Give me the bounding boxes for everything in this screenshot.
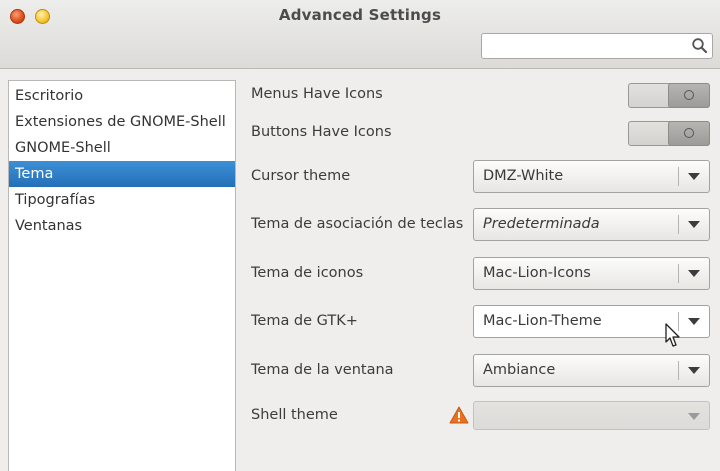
advanced-settings-window: Advanced Settings Escritorio Extensiones…: [0, 0, 720, 471]
mouse-pointer-icon: [665, 323, 680, 347]
buttons-icons-switch[interactable]: [628, 121, 710, 146]
chevron-down-icon[interactable]: [688, 367, 700, 374]
search-icon[interactable]: [691, 37, 709, 55]
gtk-theme-value: Mac-Lion-Theme: [483, 313, 602, 329]
cursor-theme-value: DMZ-White: [483, 168, 564, 184]
icon-theme-label: Tema de iconos: [251, 265, 364, 281]
off-icon: [684, 128, 694, 138]
switch-knob[interactable]: [668, 83, 710, 108]
search-input[interactable]: [486, 37, 690, 57]
gtk-theme-label: Tema de GTK+: [251, 313, 358, 329]
combo-separator: [678, 361, 679, 380]
cursor-theme-row: Cursor theme DMZ-White: [236, 160, 720, 194]
cursor-theme-label: Cursor theme: [251, 168, 351, 184]
combo-separator: [678, 215, 679, 234]
window-theme-label: Tema de la ventana: [251, 362, 394, 378]
sidebar-item-tema[interactable]: Tema: [9, 161, 235, 187]
sidebar-item-tipografias[interactable]: Tipografías: [9, 187, 235, 213]
sidebar-item-extensiones[interactable]: Extensiones de GNOME-Shell: [9, 109, 235, 135]
combo-separator: [678, 167, 679, 186]
off-icon: [684, 90, 694, 100]
keybinding-theme-row: Tema de asociación de teclas Predetermin…: [236, 208, 720, 242]
sidebar: Escritorio Extensiones de GNOME-Shell GN…: [8, 80, 236, 471]
gtk-theme-row: Tema de GTK+ Mac-Lion-Theme: [236, 305, 720, 339]
chevron-down-icon: [688, 413, 700, 420]
sidebar-item-gnome-shell[interactable]: GNOME-Shell: [9, 135, 235, 161]
combo-separator: [678, 264, 679, 283]
buttons-icons-row: Buttons Have Icons: [236, 120, 720, 148]
menus-icons-switch[interactable]: [628, 83, 710, 108]
keybinding-theme-label: Tema de asociación de teclas: [251, 216, 464, 232]
title-bar: Advanced Settings: [0, 0, 720, 69]
window-theme-row: Tema de la ventana Ambiance: [236, 354, 720, 388]
sidebar-item-ventanas[interactable]: Ventanas: [9, 213, 235, 239]
buttons-icons-label: Buttons Have Icons: [251, 124, 392, 140]
chevron-down-icon[interactable]: [688, 270, 700, 277]
settings-panel: Menus Have Icons Buttons Have Icons Curs…: [236, 68, 720, 471]
shell-theme-label: Shell theme: [251, 407, 338, 423]
chevron-down-icon[interactable]: [688, 173, 700, 180]
window-theme-combo[interactable]: Ambiance: [473, 354, 710, 387]
shell-theme-combo: [473, 401, 710, 430]
chevron-down-icon[interactable]: [688, 221, 700, 228]
keybinding-theme-value: Predeterminada: [483, 216, 600, 232]
chevron-down-icon[interactable]: [688, 318, 700, 325]
icon-theme-row: Tema de iconos Mac-Lion-Icons: [236, 257, 720, 291]
keybinding-theme-combo[interactable]: Predeterminada: [473, 208, 710, 241]
menus-icons-label: Menus Have Icons: [251, 86, 383, 102]
window-theme-value: Ambiance: [483, 362, 556, 378]
icon-theme-value: Mac-Lion-Icons: [483, 265, 591, 281]
shell-theme-row: Shell theme: [236, 401, 720, 431]
warning-icon: [449, 406, 469, 424]
icon-theme-combo[interactable]: Mac-Lion-Icons: [473, 257, 710, 290]
search-field[interactable]: [481, 33, 713, 59]
cursor-theme-combo[interactable]: DMZ-White: [473, 160, 710, 193]
menus-icons-row: Menus Have Icons: [236, 82, 720, 110]
switch-knob[interactable]: [668, 121, 710, 146]
sidebar-item-escritorio[interactable]: Escritorio: [9, 83, 235, 109]
window-title: Advanced Settings: [278, 6, 442, 24]
